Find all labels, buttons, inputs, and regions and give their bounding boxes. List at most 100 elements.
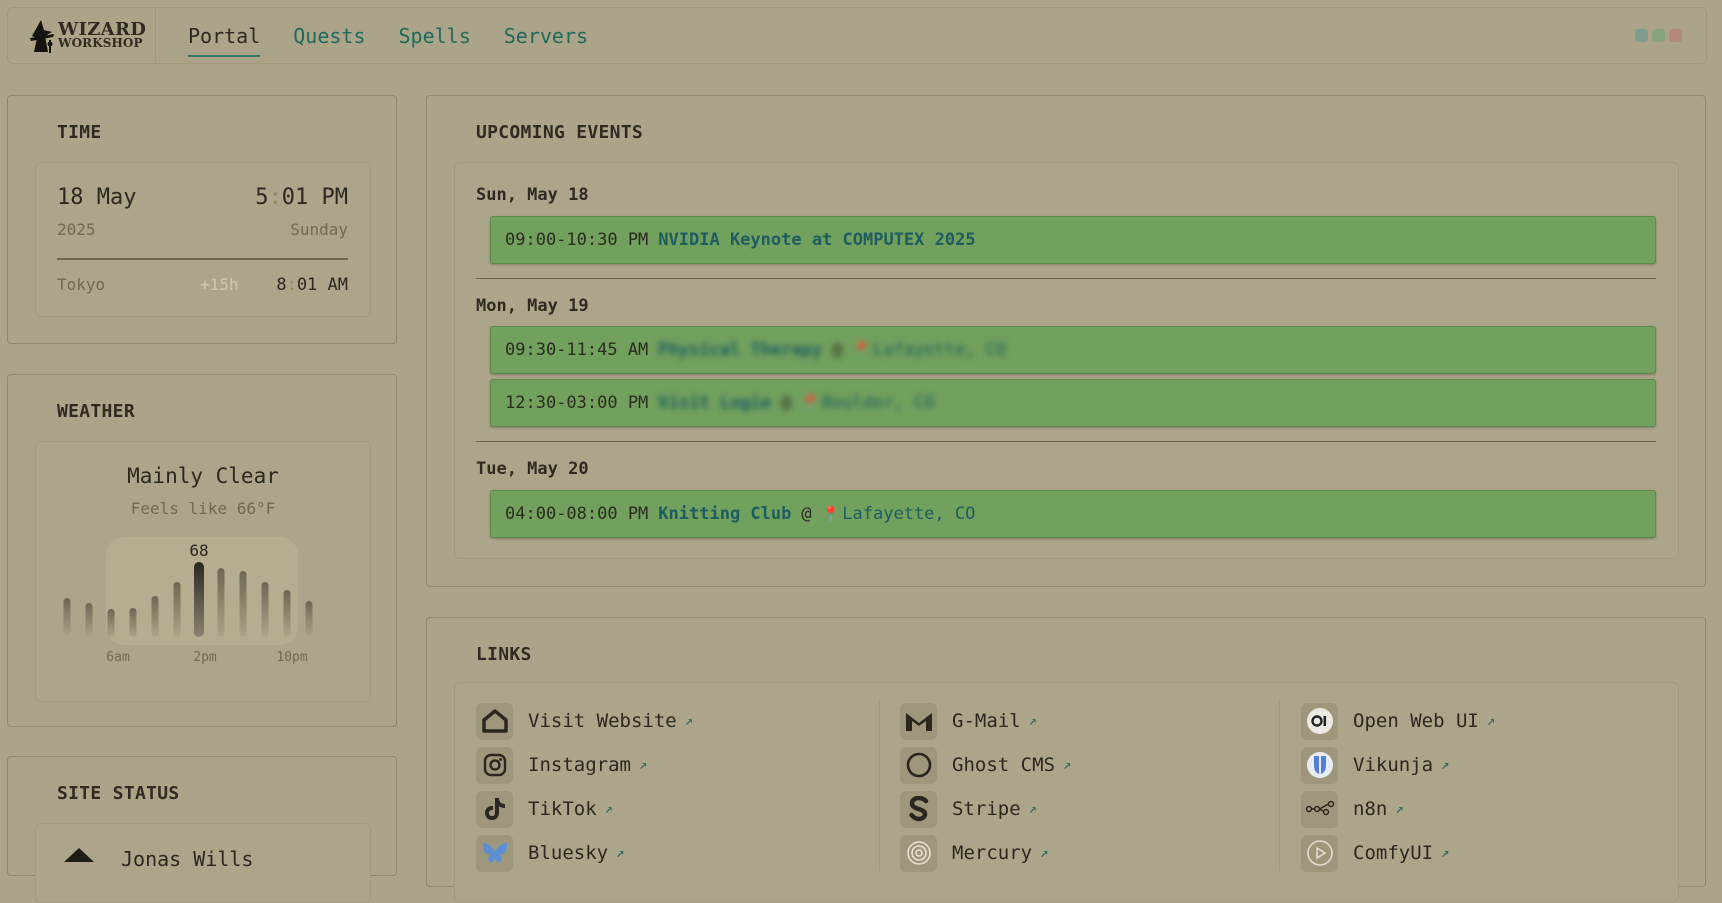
link-n8n[interactable]: n8n ↗ [1301, 790, 1404, 828]
event-item[interactable]: 04:00-08:00 PM Knitting Club @ 📍 Lafayette,… [490, 490, 1656, 538]
chart-x-tick-label: 6am [106, 650, 130, 665]
current-hour: 5 [255, 185, 269, 210]
logo-line-2: WORKSHOP [58, 36, 143, 51]
link-stripe[interactable]: Stripe ↗ [900, 790, 1038, 828]
time-panel: TIME 18 May 5:01 PM 2025 Sunday Tokyo +1… [7, 95, 397, 344]
event-at: @ [780, 393, 792, 413]
link-gmail[interactable]: G-Mail ↗ [900, 702, 1038, 740]
temperature-bar [129, 608, 137, 637]
external-arrow-icon: ↗ [1062, 757, 1072, 773]
wizard-hat-icon [30, 19, 54, 53]
event-at: @ [832, 340, 843, 360]
current-year: 2025 [57, 220, 96, 239]
theme-dot-rose[interactable] [1669, 29, 1682, 42]
event-title[interactable]: Knitting Club [658, 504, 791, 524]
location-pin-icon: 📍 [852, 341, 871, 359]
logo[interactable]: WIZARD WORKSHOP [8, 8, 156, 63]
temperature-bar [173, 582, 181, 637]
temperature-bar [305, 601, 313, 637]
external-arrow-icon: ↗ [604, 801, 614, 817]
external-arrow-icon: ↗ [1040, 845, 1049, 861]
event-location[interactable]: Lafayette, CO [873, 340, 1006, 360]
events-card: Sun, May 18 09:00-10:30 PM NVIDIA Keynot… [454, 162, 1679, 559]
link-ghost-cms[interactable]: Ghost CMS ↗ [900, 746, 1072, 784]
external-arrow-icon: ↗ [638, 757, 648, 773]
event-time: 04:00-08:00 PM [505, 504, 649, 524]
timezone-offset: +15h [200, 275, 239, 294]
site-status-card: Jonas Wills [35, 823, 371, 903]
event-item[interactable]: 12:30-03:00 PM Visit Logie @ 📍 Boulder, CO [490, 379, 1656, 427]
current-date: 18 May [57, 185, 137, 210]
current-temp-label: 68 [189, 541, 208, 560]
user-avatar-icon [64, 848, 94, 862]
external-arrow-icon: ↗ [1486, 713, 1496, 729]
event-time: 12:30-03:00 PM [505, 393, 649, 413]
event-item[interactable]: 09:00-10:30 PM NVIDIA Keynote at COMPUTE… [490, 216, 1656, 264]
events-title: UPCOMING EVENTS [476, 122, 644, 143]
external-arrow-icon: ↗ [1028, 801, 1038, 817]
link-visit-website[interactable]: Visit Website ↗ [476, 702, 694, 740]
time-divider [57, 258, 348, 260]
link-open-web-ui[interactable]: Open Web UI ↗ [1301, 702, 1496, 740]
temperature-bar [85, 603, 93, 637]
tab-spells[interactable]: Spells [399, 8, 471, 63]
tab-servers[interactable]: Servers [504, 8, 588, 63]
link-mercury[interactable]: Mercury ↗ [900, 834, 1049, 872]
timezone-city: Tokyo [57, 275, 106, 294]
event-time: 09:30-11:45 AM [505, 340, 649, 360]
timezone-minute: 01 AM [296, 275, 348, 295]
event-title[interactable]: Visit Logie [658, 393, 771, 413]
events-panel: UPCOMING EVENTS Sun, May 18 09:00-10:30 … [426, 95, 1706, 587]
main-nav: Portal Quests Spells Servers [188, 8, 621, 63]
chart-x-tick-label: 10pm [276, 650, 307, 665]
external-arrow-icon: ↗ [684, 713, 694, 729]
openwebui-icon [1301, 702, 1338, 740]
theme-dot-green[interactable] [1652, 29, 1665, 42]
logo-text: WIZARD WORKSHOP [58, 21, 146, 51]
link-label: Mercury [952, 842, 1033, 864]
ghost-icon [900, 746, 937, 784]
stripe-icon [900, 790, 937, 828]
temperature-bar [261, 582, 269, 637]
timezone-hour: 8 [276, 275, 287, 295]
temperature-bar [63, 598, 71, 637]
event-location[interactable]: Boulder, CO [822, 393, 935, 413]
tab-portal[interactable]: Portal [188, 8, 261, 63]
external-arrow-icon: ↗ [1028, 713, 1038, 729]
instagram-icon [476, 746, 513, 784]
day-label: Sun, May 18 [476, 185, 589, 205]
external-arrow-icon: ↗ [616, 845, 625, 861]
links-title: LINKS [476, 644, 532, 665]
time-title: TIME [57, 122, 102, 143]
event-item[interactable]: 09:30-11:45 AM Physical Therapy @ 📍 Lafayet… [490, 326, 1656, 374]
event-at: @ [801, 504, 812, 524]
tiktok-icon [476, 790, 513, 828]
link-bluesky[interactable]: Bluesky ↗ [476, 834, 625, 872]
link-tiktok[interactable]: TikTok ↗ [476, 790, 614, 828]
mercury-icon [900, 834, 937, 872]
event-title[interactable]: NVIDIA Keynote at COMPUTEX 2025 [658, 230, 975, 250]
temperature-bar [151, 596, 159, 637]
day-divider [476, 441, 1656, 442]
link-vikunja[interactable]: Vikunja ↗ [1301, 746, 1450, 784]
links-panel: LINKS Visit Website ↗ Instagram ↗ TikTok… [426, 617, 1706, 902]
link-comfyui[interactable]: ComfyUI ↗ [1301, 834, 1450, 872]
link-label: Visit Website [528, 710, 677, 732]
bluesky-icon [476, 834, 513, 872]
current-minute: 01 PM [281, 185, 348, 210]
temperature-bar [107, 609, 115, 637]
event-title[interactable]: Physical Therapy [658, 340, 822, 360]
house-icon [476, 702, 513, 740]
external-arrow-icon: ↗ [1441, 845, 1450, 861]
link-instagram[interactable]: Instagram ↗ [476, 746, 648, 784]
event-location[interactable]: Lafayette, CO [842, 504, 975, 524]
theme-dot-teal[interactable] [1635, 29, 1648, 42]
site-owner-name: Jonas Wills [121, 847, 254, 871]
column-divider [1279, 701, 1280, 871]
link-label: Stripe [952, 798, 1021, 820]
current-weekday: Sunday [290, 220, 348, 239]
tab-quests[interactable]: Quests [293, 8, 365, 63]
weather-card: Mainly Clear Feels like 66°F 68 6am 2pm 10p… [35, 441, 371, 702]
weather-condition: Mainly Clear [127, 464, 279, 488]
current-time: 5:01 PM [255, 185, 348, 210]
